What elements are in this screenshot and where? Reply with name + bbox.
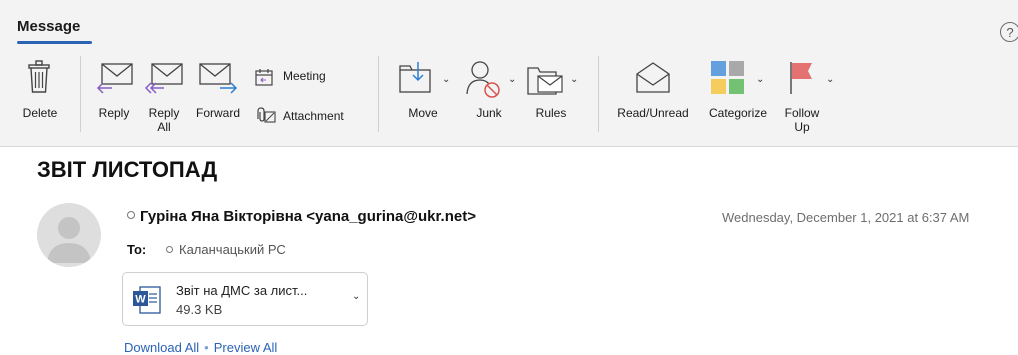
ribbon-separator — [378, 56, 379, 132]
reply-all-icon — [144, 63, 183, 94]
read-unread-button[interactable]: Read/Unread — [610, 58, 696, 128]
follow-up-button[interactable]: ⌄ Follow Up — [780, 58, 836, 142]
flag-icon — [790, 62, 812, 94]
attachment-name: Звіт на ДМС за лист... — [176, 283, 308, 298]
tab-message[interactable]: Message — [17, 18, 80, 35]
reply-label: Reply — [98, 106, 130, 120]
preview-all-link[interactable]: Preview All — [214, 340, 278, 355]
categorize-icon — [711, 61, 744, 94]
to-label: To: — [127, 242, 147, 257]
reply-all-button[interactable]: Reply All — [140, 58, 188, 142]
reply-button[interactable]: Reply — [90, 58, 138, 128]
reply-all-label: Reply All — [148, 106, 180, 134]
download-all-link[interactable]: Download All — [124, 340, 199, 355]
forward-icon — [199, 63, 238, 94]
categorize-label: Categorize — [708, 106, 768, 120]
presence-icon — [166, 246, 173, 253]
follow-up-label: Follow Up — [784, 106, 820, 134]
delete-button[interactable]: Delete — [14, 58, 66, 128]
chevron-down-icon: ⌄ — [570, 74, 579, 85]
move-folder-icon — [399, 62, 431, 93]
rules-button[interactable]: ⌄ Rules — [522, 58, 584, 128]
chevron-down-icon[interactable]: ⌄ — [352, 291, 360, 302]
junk-user-icon — [466, 61, 500, 98]
attachment-size: 49.3 KB — [176, 302, 223, 317]
rules-label: Rules — [535, 106, 567, 120]
sender[interactable]: Гуріна Яна Вікторівна <yana_gurina@ukr.n… — [127, 208, 476, 225]
meeting-label: Meeting — [283, 69, 326, 83]
meeting-button[interactable]: Meeting — [252, 66, 342, 88]
active-tab-indicator — [17, 41, 92, 44]
word-document-icon: W — [133, 286, 161, 314]
calendar-icon — [255, 69, 273, 86]
attachment-label: Attachment — [283, 109, 344, 123]
ribbon-separator — [80, 56, 81, 132]
sender-text: Гуріна Яна Вікторівна <yana_gurina@ukr.n… — [140, 208, 476, 225]
paperclip-icon — [257, 107, 276, 123]
junk-label: Junk — [476, 106, 502, 120]
attachment-button[interactable]: Attachment — [252, 105, 362, 127]
rules-icon — [527, 67, 563, 95]
chevron-down-icon: ⌄ — [508, 74, 517, 85]
delete-label: Delete — [22, 106, 58, 120]
move-button[interactable]: ⌄ Move — [392, 58, 454, 128]
forward-button[interactable]: Forward — [192, 58, 244, 128]
forward-label: Forward — [195, 106, 240, 120]
chevron-down-icon: ⌄ — [756, 74, 765, 85]
chevron-down-icon: ⌄ — [442, 74, 451, 85]
ribbon: Message ? Delete Reply Reply All Forward… — [0, 0, 1018, 147]
presence-icon — [127, 211, 135, 219]
ribbon-separator — [598, 56, 599, 132]
open-envelope-icon — [636, 62, 670, 93]
avatar — [37, 203, 101, 267]
email-subject: ЗВІТ ЛИСТОПАД — [37, 157, 218, 182]
junk-button[interactable]: ⌄ Junk — [458, 58, 520, 128]
recipient[interactable]: Каланчацький РС — [166, 242, 286, 257]
chevron-down-icon: ⌄ — [826, 74, 835, 85]
svg-text:W: W — [135, 294, 146, 306]
email-date: Wednesday, December 1, 2021 at 6:37 AM — [722, 210, 970, 225]
read-unread-label: Read/Unread — [617, 106, 689, 120]
help-icon[interactable]: ? — [1000, 22, 1018, 42]
attachment-actions: Download All • Preview All — [124, 340, 277, 355]
trash-icon — [28, 60, 50, 93]
recipient-text: Каланчацький РС — [179, 242, 286, 257]
categorize-button[interactable]: ⌄ Categorize — [700, 58, 776, 128]
move-label: Move — [408, 106, 438, 120]
person-icon — [47, 217, 91, 263]
link-separator: • — [204, 340, 209, 355]
attachment-card[interactable]: W Звіт на ДМС за лист... 49.3 KB ⌄ — [122, 272, 368, 326]
reply-icon — [96, 63, 133, 94]
